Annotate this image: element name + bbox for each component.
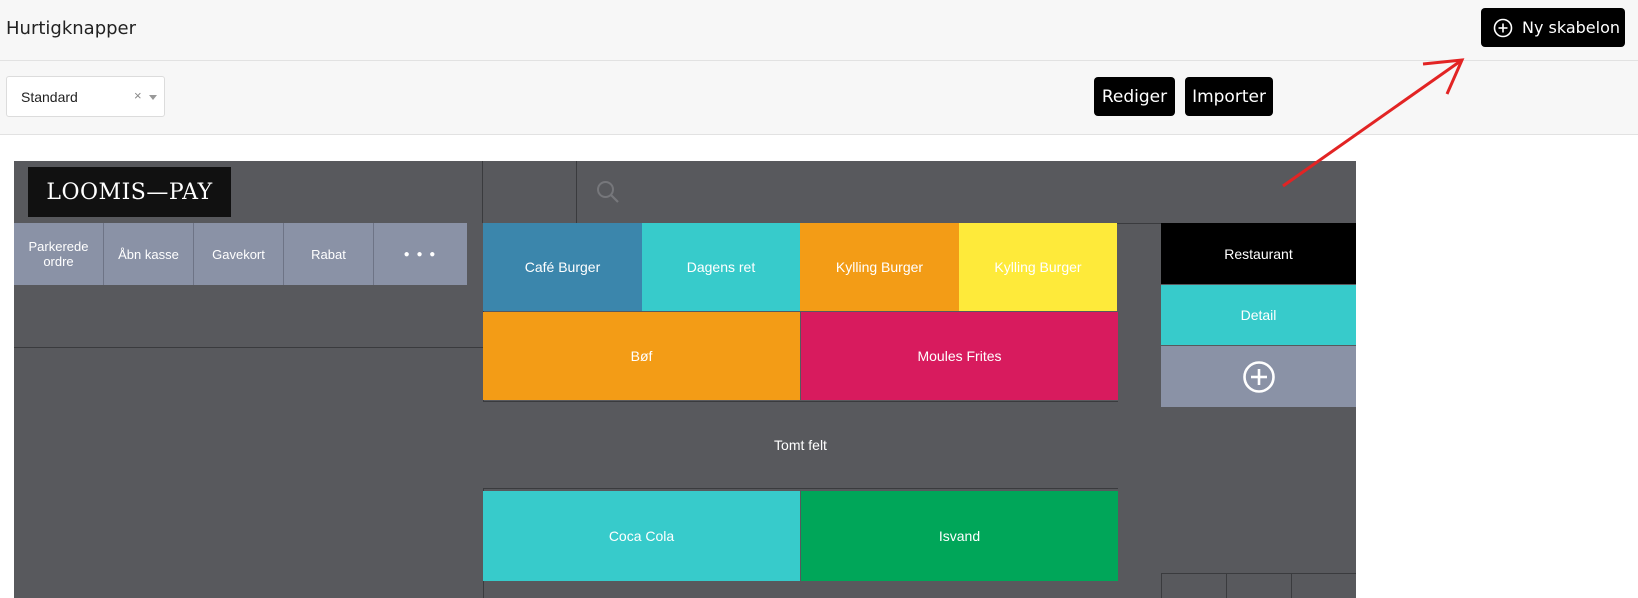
product-tile[interactable]: Dagens ret: [642, 223, 800, 311]
action-parked-orders[interactable]: Parkerede ordre: [14, 223, 104, 285]
footer-cell: [1161, 574, 1226, 598]
action-gift-card[interactable]: Gavekort: [194, 223, 284, 285]
action-more[interactable]: ● ● ●: [374, 223, 467, 285]
edit-button[interactable]: Rediger: [1094, 77, 1175, 116]
product-tile[interactable]: Coca Cola: [483, 491, 800, 581]
product-tile[interactable]: Bøf: [483, 312, 800, 400]
template-select-value: Standard: [21, 89, 78, 105]
product-tile[interactable]: Isvand: [801, 491, 1118, 581]
product-tile[interactable]: Moules Frites: [801, 312, 1118, 400]
divider: [14, 347, 483, 348]
product-search[interactable]: [577, 161, 1356, 223]
new-template-label: Ny skabelon: [1522, 18, 1621, 37]
footer-cell: [1226, 574, 1291, 598]
pos-preview: LOOMIS—PAY Parkerede ordre Åbn kasse Gaveko…: [14, 161, 1356, 598]
product-tile[interactable]: Tomt felt: [483, 401, 1118, 489]
plus-circle-icon: [1493, 18, 1513, 37]
category-restaurant[interactable]: Restaurant: [1161, 223, 1356, 284]
annotation-arrow: [1282, 58, 1465, 188]
chevron-down-icon[interactable]: [149, 95, 157, 100]
logo-area: LOOMIS—PAY: [14, 161, 483, 223]
plus-circle-icon: [1242, 360, 1275, 393]
loomis-pay-logo: LOOMIS—PAY: [28, 167, 231, 217]
template-select[interactable]: Standard ×: [6, 76, 165, 117]
category-detail[interactable]: Detail: [1161, 285, 1356, 345]
action-discount[interactable]: Rabat: [284, 223, 374, 285]
category-footer: [1161, 573, 1356, 598]
action-open-drawer[interactable]: Åbn kasse: [104, 223, 194, 285]
new-template-button[interactable]: Ny skabelon: [1481, 8, 1625, 47]
product-tile[interactable]: Café Burger: [483, 223, 642, 311]
search-icon[interactable]: [595, 179, 621, 205]
header-blank-cell: [483, 161, 577, 223]
product-tile[interactable]: Kylling Burger: [800, 223, 959, 311]
clear-icon[interactable]: ×: [134, 88, 142, 103]
add-category-button[interactable]: [1161, 346, 1356, 407]
product-tile[interactable]: Kylling Burger: [959, 223, 1117, 311]
footer-cell: [1291, 574, 1356, 598]
quick-actions: Parkerede ordre Åbn kasse Gavekort Rabat ● ● …: [14, 223, 483, 285]
page-title: Hurtigknapper: [6, 18, 137, 39]
import-button[interactable]: Importer: [1185, 77, 1273, 116]
